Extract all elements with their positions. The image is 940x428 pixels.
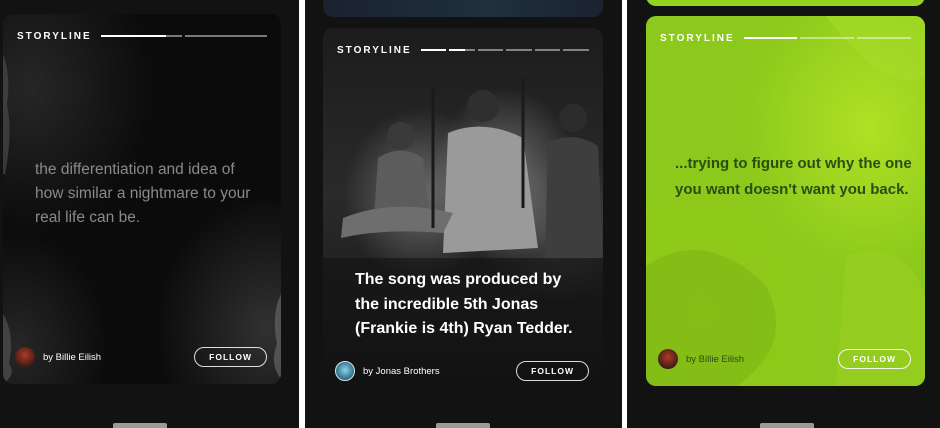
previous-card-edge[interactable] <box>646 0 925 6</box>
artist-byline[interactable]: by Billie Eilish <box>686 354 838 365</box>
progress-segment <box>743 37 798 39</box>
storyline-card[interactable]: STORYLINE The song was produced by the i… <box>323 28 603 398</box>
follow-button[interactable]: FOLLOW <box>838 349 911 369</box>
bottom-handle <box>436 423 490 428</box>
progress-segment <box>420 49 447 51</box>
bottom-handle <box>760 423 814 428</box>
story-progress <box>420 49 589 51</box>
progress-segment <box>534 49 561 51</box>
card-footer: by Jonas Brothers FOLLOW <box>335 360 589 382</box>
artist-avatar-icon[interactable] <box>658 349 678 369</box>
band-recording-photo <box>323 28 603 398</box>
story-quote: ...trying to figure out why the one you … <box>675 155 912 198</box>
story-quote: the differentiation and idea of how simi… <box>35 161 251 226</box>
progress-segment-fill <box>100 35 166 37</box>
progress-segment <box>185 35 267 37</box>
storyline-header: STORYLINE <box>337 44 589 56</box>
storyline-header: STORYLINE <box>17 30 267 42</box>
storyline-card[interactable]: STORYLINE the differentiation and idea o… <box>3 14 281 384</box>
progress-segment-fill <box>449 49 465 51</box>
story-quote: The song was produced by the incredible … <box>355 271 573 337</box>
progress-segment <box>477 49 504 51</box>
story-progress <box>100 35 267 37</box>
story-panel-1: STORYLINE the differentiation and idea o… <box>0 0 299 428</box>
progress-segment <box>857 37 911 39</box>
card-footer: by Billie Eilish FOLLOW <box>658 348 911 370</box>
artist-avatar-icon[interactable] <box>335 361 355 381</box>
storyline-label: STORYLINE <box>337 44 412 56</box>
card-footer: by Billie Eilish FOLLOW <box>15 346 267 368</box>
bottom-handle <box>113 423 167 428</box>
previous-card-edge[interactable] <box>323 0 603 17</box>
progress-segment <box>506 49 532 51</box>
storyline-label: STORYLINE <box>17 30 92 42</box>
storyline-label: STORYLINE <box>660 32 735 44</box>
progress-segment-fill <box>420 49 447 51</box>
story-progress <box>743 37 911 39</box>
story-panel-3: STORYLINE ...trying to figure out why th… <box>627 0 940 428</box>
progress-segment <box>563 49 589 51</box>
progress-segment <box>449 49 475 51</box>
follow-button[interactable]: FOLLOW <box>194 347 267 367</box>
artist-byline[interactable]: by Billie Eilish <box>43 352 194 363</box>
progress-segment-fill <box>743 37 798 39</box>
progress-segment <box>800 37 855 39</box>
artist-avatar-icon[interactable] <box>15 347 35 367</box>
artist-byline[interactable]: by Jonas Brothers <box>363 366 516 377</box>
follow-button[interactable]: FOLLOW <box>516 361 589 381</box>
storyline-header: STORYLINE <box>660 32 911 44</box>
progress-segment <box>100 35 183 37</box>
story-panel-2: STORYLINE The song was produced by the i… <box>305 0 622 428</box>
storyline-card[interactable]: STORYLINE ...trying to figure out why th… <box>646 16 925 386</box>
